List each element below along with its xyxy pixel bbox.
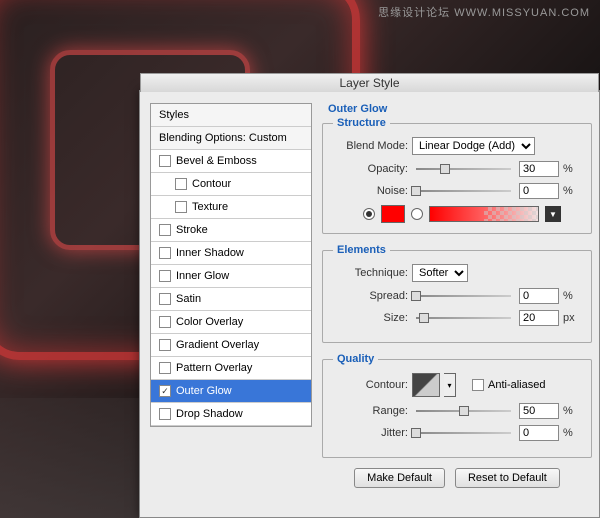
sidebar-item-label: Pattern Overlay [176, 362, 252, 374]
range-label: Range: [333, 405, 408, 417]
range-unit: % [563, 405, 581, 417]
checkbox-color-overlay[interactable] [159, 316, 171, 328]
styles-sidebar: Styles Blending Options: Custom Bevel & … [150, 103, 312, 427]
checkbox-inner-glow[interactable] [159, 270, 171, 282]
sidebar-item-label: Satin [176, 293, 201, 305]
sidebar-item-drop-shadow[interactable]: Drop Shadow [151, 403, 311, 426]
size-input[interactable] [519, 310, 559, 326]
contour-dropdown-icon[interactable]: ▾ [444, 373, 456, 397]
sidebar-item-bevel-emboss[interactable]: Bevel & Emboss [151, 150, 311, 173]
sidebar-item-label: Inner Shadow [176, 247, 244, 259]
size-unit: px [563, 312, 581, 324]
checkbox-pattern-overlay[interactable] [159, 362, 171, 374]
gradient-radio[interactable] [411, 208, 423, 220]
structure-fieldset: Structure Blend Mode: Linear Dodge (Add)… [322, 117, 592, 234]
anti-aliased-label: Anti-aliased [488, 379, 545, 391]
sidebar-item-label: Outer Glow [176, 385, 232, 397]
dialog-title: Layer Style [140, 73, 599, 92]
quality-legend: Quality [333, 353, 378, 365]
contour-picker[interactable] [412, 373, 440, 397]
color-swatch[interactable] [381, 205, 405, 223]
sidebar-item-stroke[interactable]: Stroke [151, 219, 311, 242]
size-label: Size: [333, 312, 408, 324]
opacity-label: Opacity: [333, 163, 408, 175]
sidebar-item-satin[interactable]: Satin [151, 288, 311, 311]
sidebar-item-contour[interactable]: Contour [151, 173, 311, 196]
sidebar-item-label: Drop Shadow [176, 408, 243, 420]
blend-mode-label: Blend Mode: [333, 140, 408, 152]
sidebar-item-gradient-overlay[interactable]: Gradient Overlay [151, 334, 311, 357]
contour-label: Contour: [333, 379, 408, 391]
elements-legend: Elements [333, 244, 390, 256]
anti-aliased-checkbox[interactable] [472, 379, 484, 391]
opacity-input[interactable] [519, 161, 559, 177]
sidebar-blending-options[interactable]: Blending Options: Custom [151, 127, 311, 150]
checkbox-stroke[interactable] [159, 224, 171, 236]
jitter-input[interactable] [519, 425, 559, 441]
opacity-unit: % [563, 163, 581, 175]
noise-slider[interactable] [416, 184, 511, 198]
sidebar-item-color-overlay[interactable]: Color Overlay [151, 311, 311, 334]
sidebar-item-pattern-overlay[interactable]: Pattern Overlay [151, 357, 311, 380]
sidebar-item-texture[interactable]: Texture [151, 196, 311, 219]
sidebar-item-label: Bevel & Emboss [176, 155, 257, 167]
sidebar-item-inner-shadow[interactable]: Inner Shadow [151, 242, 311, 265]
structure-legend: Structure [333, 117, 390, 129]
spread-slider[interactable] [416, 289, 511, 303]
sidebar-item-label: Inner Glow [176, 270, 229, 282]
spread-label: Spread: [333, 290, 408, 302]
range-input[interactable] [519, 403, 559, 419]
quality-fieldset: Quality Contour: ▾ Anti-aliased Range: %… [322, 353, 592, 458]
color-radio[interactable] [363, 208, 375, 220]
technique-label: Technique: [333, 267, 408, 279]
checkbox-satin[interactable] [159, 293, 171, 305]
layer-style-dialog: Layer Style Styles Blending Options: Cus… [139, 90, 600, 518]
sidebar-item-label: Gradient Overlay [176, 339, 259, 351]
jitter-label: Jitter: [333, 427, 408, 439]
jitter-unit: % [563, 427, 581, 439]
noise-label: Noise: [333, 185, 408, 197]
checkbox-gradient-overlay[interactable] [159, 339, 171, 351]
sidebar-item-label: Texture [192, 201, 228, 213]
make-default-button[interactable]: Make Default [354, 468, 445, 488]
jitter-slider[interactable] [416, 426, 511, 440]
size-slider[interactable] [416, 311, 511, 325]
section-title-outer-glow: Outer Glow [322, 103, 592, 115]
sidebar-item-inner-glow[interactable]: Inner Glow [151, 265, 311, 288]
outer-glow-panel: Outer Glow Structure Blend Mode: Linear … [322, 103, 592, 488]
opacity-slider[interactable] [416, 162, 511, 176]
noise-unit: % [563, 185, 581, 197]
reset-default-button[interactable]: Reset to Default [455, 468, 560, 488]
spread-input[interactable] [519, 288, 559, 304]
noise-input[interactable] [519, 183, 559, 199]
technique-select[interactable]: Softer [412, 264, 468, 282]
blend-mode-select[interactable]: Linear Dodge (Add) [412, 137, 535, 155]
watermark-top: 思缘设计论坛 WWW.MISSYUAN.COM [378, 4, 590, 20]
checkbox-contour[interactable] [175, 178, 187, 190]
sidebar-item-label: Color Overlay [176, 316, 243, 328]
sidebar-item-outer-glow[interactable]: Outer Glow [151, 380, 311, 403]
spread-unit: % [563, 290, 581, 302]
range-slider[interactable] [416, 404, 511, 418]
sidebar-item-label: Stroke [176, 224, 208, 236]
checkbox-bevel-emboss[interactable] [159, 155, 171, 167]
gradient-dropdown-icon[interactable]: ▼ [545, 206, 561, 222]
checkbox-drop-shadow[interactable] [159, 408, 171, 420]
sidebar-styles-header[interactable]: Styles [151, 104, 311, 127]
checkbox-texture[interactable] [175, 201, 187, 213]
elements-fieldset: Elements Technique: Softer Spread: % Siz… [322, 244, 592, 343]
sidebar-item-label: Contour [192, 178, 231, 190]
gradient-preview[interactable] [429, 206, 539, 222]
checkbox-outer-glow[interactable] [159, 385, 171, 397]
checkbox-inner-shadow[interactable] [159, 247, 171, 259]
